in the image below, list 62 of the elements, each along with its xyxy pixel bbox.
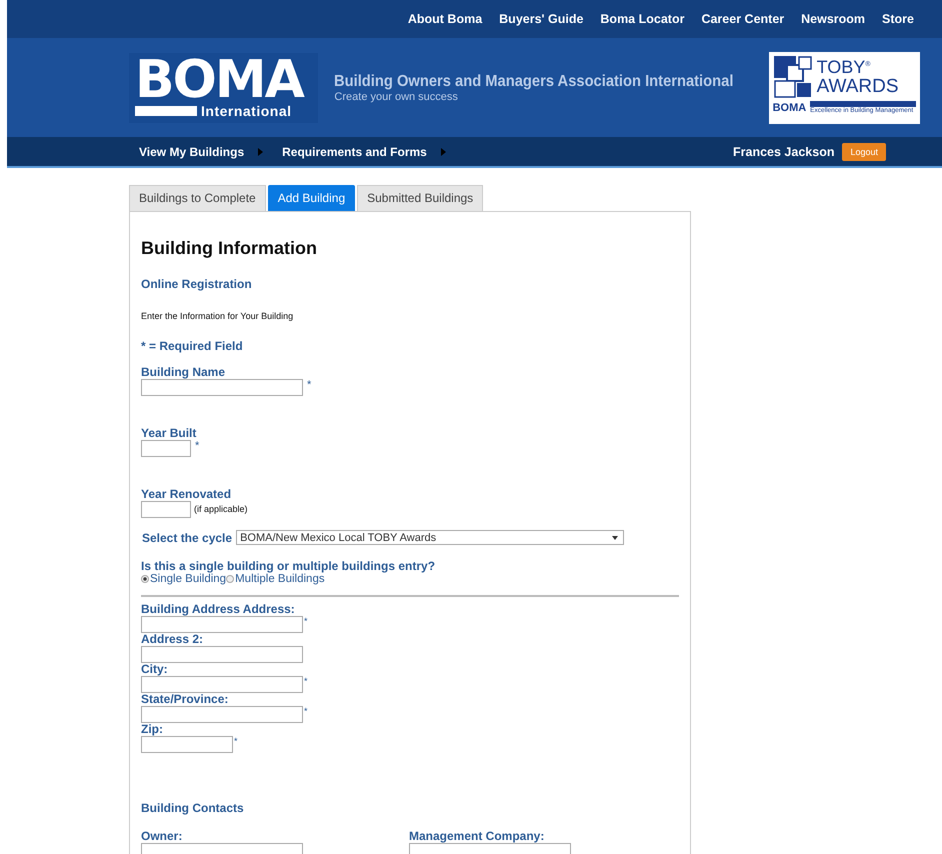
text-field[interactable]	[141, 736, 233, 753]
cycle-dropdown[interactable]: BOMA/New Mexico Local TOBY Awards	[236, 530, 624, 545]
radio-button[interactable]	[226, 575, 234, 583]
text-field[interactable]	[141, 646, 303, 663]
top-link[interactable]: Newsroom	[801, 12, 866, 26]
text-field[interactable]	[141, 706, 303, 723]
awards-text: AWARDS	[816, 76, 899, 96]
required-mark: *	[234, 736, 238, 746]
required-mark: *	[304, 616, 308, 626]
text-field[interactable]	[141, 379, 303, 396]
section-title: Online Registration	[141, 277, 253, 291]
field-note: (if applicable)	[194, 503, 248, 516]
boma-text: BOMA	[772, 102, 806, 114]
arrow-icon	[258, 148, 264, 156]
field-label: Owner:	[141, 829, 184, 843]
nav-link[interactable]: View My Buildings	[139, 144, 244, 158]
user-name: Frances Jackson	[733, 144, 834, 158]
caret-icon	[612, 536, 618, 540]
logo-subtext: International	[201, 102, 292, 118]
text-field[interactable]	[141, 440, 191, 457]
organization-name: Building Owners and Managers Association International	[334, 72, 734, 90]
radio-label: Single Building	[150, 573, 226, 585]
field-label: State/Province:	[141, 693, 230, 706]
text-field[interactable]	[141, 501, 191, 518]
radio-label: Multiple Buildings	[235, 573, 325, 585]
logo-text: BOMA	[135, 56, 303, 102]
tab[interactable]: Submitted Buildings	[357, 185, 484, 211]
field-label: Management Company:	[409, 829, 546, 843]
required-mark: *	[195, 440, 200, 452]
top-link[interactable]: About Boma	[408, 12, 482, 26]
tagline: Create your own success	[334, 90, 459, 102]
text-field[interactable]	[141, 616, 303, 633]
field-label: Year Built	[141, 426, 198, 440]
required-mark: *	[307, 379, 312, 391]
field-label: Year Renovated	[141, 487, 232, 501]
toby-title: TOBY$^{®}$	[816, 56, 872, 76]
form-title: Building Information	[141, 238, 318, 259]
top-link[interactable]: Career Center	[701, 12, 784, 26]
field-label: Select the cycle	[142, 530, 232, 544]
field-label: Building Address Address:	[141, 603, 296, 616]
field-label: Building Name	[141, 365, 226, 379]
field-label: Address 2:	[141, 633, 204, 646]
nav-link[interactable]: Requirements and Forms	[282, 144, 427, 158]
radio-button[interactable]	[141, 575, 149, 583]
intro-text: Enter the Information for Your Building	[141, 311, 294, 321]
required-mark: *	[304, 676, 308, 686]
tab[interactable]: Buildings to Complete	[129, 185, 266, 211]
text-field[interactable]	[141, 676, 303, 693]
section-title: Building Contacts	[141, 801, 245, 815]
top-link[interactable]: Store	[882, 12, 914, 26]
squares-icon	[772, 54, 813, 98]
required-note: * = Required Field	[141, 339, 244, 353]
top-link[interactable]: Buyers' Guide	[499, 12, 584, 26]
field-label: Zip:	[141, 723, 164, 736]
arrow-icon	[440, 148, 446, 156]
field-label: City:	[141, 663, 169, 676]
required-mark: *	[304, 706, 308, 716]
logo-bar	[135, 106, 197, 116]
top-link[interactable]: Boma Locator	[600, 12, 684, 26]
question-label: Is this a single building or multiple buildings entry?	[141, 559, 436, 573]
tab[interactable]: Add Building	[268, 185, 356, 211]
dropdown-value: BOMA/New Mexico Local TOBY Awards	[240, 532, 436, 544]
